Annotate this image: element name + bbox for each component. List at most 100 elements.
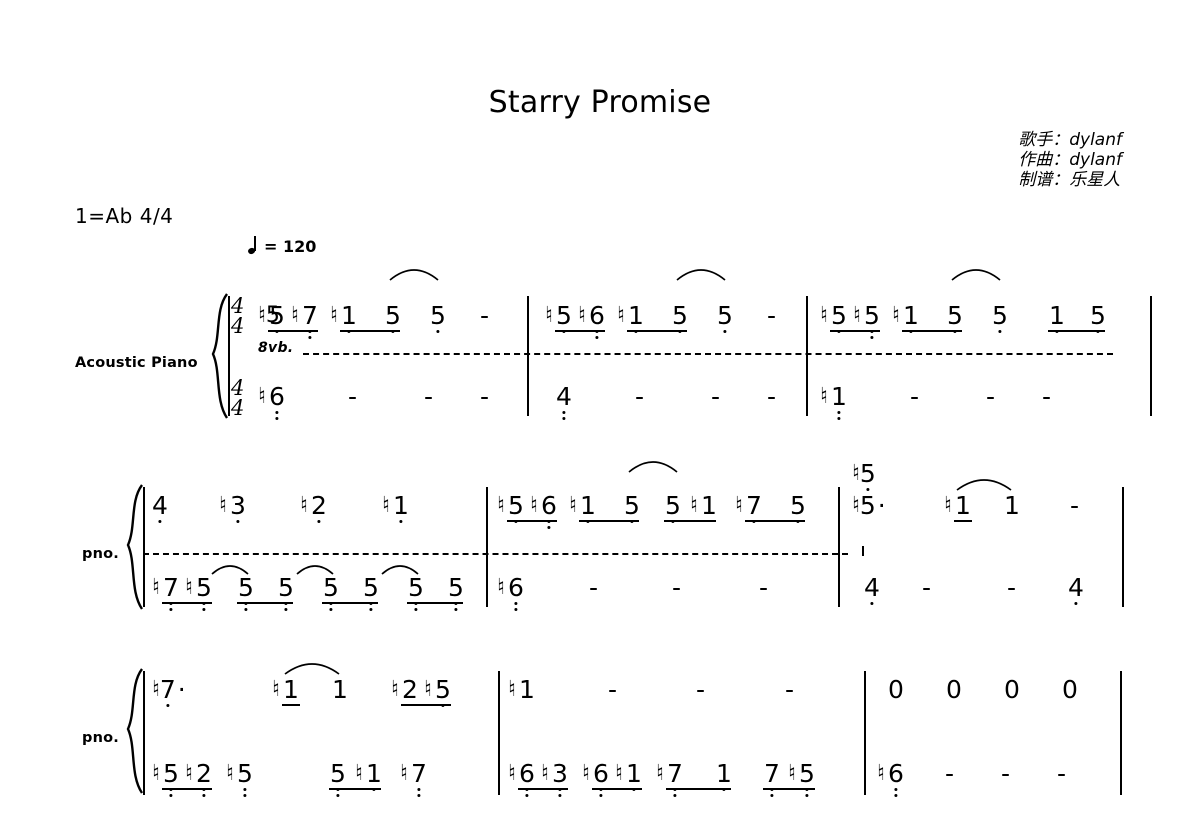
note-number: 4 [152, 492, 168, 524]
measure-1-bass: ♮ 6 - - - [258, 383, 523, 429]
octave-dot-low2 [454, 608, 458, 612]
note-cell: ♮ [226, 760, 234, 794]
octave-dot-low2 [770, 794, 774, 798]
octave-dot-low [317, 520, 321, 524]
octave-dot-low [514, 602, 518, 606]
note-cell: 6 [888, 760, 904, 798]
note-cell: 6 [269, 383, 285, 421]
natural-icon: ♮ [330, 303, 338, 328]
tempo-marking: = 120 [248, 236, 316, 256]
natural-icon: ♮ [152, 761, 160, 786]
eighth-beam [664, 520, 716, 522]
tie-arc [284, 663, 340, 675]
note-cell: ♮ [545, 302, 553, 336]
page-title: Starry Promise [488, 85, 712, 120]
ottava-8vb-line-continued [143, 553, 848, 555]
octave-dot-low2 [243, 794, 247, 798]
natural-icon: ♮ [272, 677, 280, 702]
note-cell: 3 [230, 492, 246, 526]
note-cell: 1 [332, 676, 348, 710]
note-number: 5 [508, 492, 524, 524]
note-cell: ♮ [582, 760, 590, 794]
slur-arc [951, 269, 1001, 281]
rest-cell: 0 [1062, 676, 1078, 710]
octave-dot-low2 [336, 794, 340, 798]
eighth-beam [407, 602, 463, 604]
sustain-dash: - [785, 675, 795, 704]
natural-icon: ♮ [185, 761, 193, 786]
time-signature-treble-1: 4 4 [231, 294, 245, 338]
sustain-dash: - [767, 301, 777, 330]
note-number: 5 [864, 302, 880, 340]
note-cell: 2 [311, 492, 327, 526]
measure-4: 4 ♮ 3 ♮ 2 ♮ 1 [152, 492, 482, 538]
measure-1: ♮5 5 ♮ 7 ♮ 1 5 5 - [258, 269, 523, 348]
octave-dot-low [158, 520, 162, 524]
octave-dot-low2 [202, 794, 206, 798]
octave-dot-low2 [414, 608, 418, 612]
measure-3: ♮ 5 ♮ 5 ♮ 1 5 5 1 5 [820, 269, 1120, 348]
note-cell: ♮ [152, 574, 160, 608]
barline [806, 296, 808, 416]
note-number: 5 [269, 302, 285, 334]
note-cell: 5 [717, 302, 733, 336]
note-number: 5 [278, 574, 294, 612]
eighth-beam [322, 602, 378, 604]
natural-icon: ♮ [355, 761, 363, 786]
natural-icon: ♮ [152, 677, 160, 702]
note-number: 1 [1049, 302, 1065, 334]
octave-dot-low2 [308, 336, 312, 340]
eighth-beam [162, 602, 212, 604]
note-number: 2 [311, 492, 327, 524]
octave-dot-low2 [525, 794, 529, 798]
natural-icon: ♮ [400, 761, 408, 786]
rest-number: 0 [888, 675, 904, 704]
note-number: 5 [672, 302, 688, 334]
note-number: 7 [302, 302, 318, 340]
credits-block: 歌手：dylanf 作曲：dylanf 制谱：乐星人 [1018, 130, 1122, 190]
natural-icon: ♮ [508, 761, 516, 786]
barline [1122, 487, 1124, 607]
note-number: 1 [831, 383, 847, 421]
eighth-beam [627, 330, 687, 332]
octave-dot-low [436, 330, 440, 334]
system-barline-3 [143, 671, 145, 795]
measure-2-bass: 4 - - - [545, 383, 810, 429]
natural-icon: ♮ [853, 303, 861, 328]
rest-cell: 0 [888, 676, 904, 710]
eighth-beam [340, 330, 400, 332]
octave-dot-low2 [837, 417, 841, 421]
octave-dot-low2 [558, 794, 562, 798]
note-number: 3 [552, 760, 568, 798]
note-number: 1 [955, 491, 971, 520]
note-cell: ♮ [820, 302, 828, 336]
measure-6: ♮ 5 ♮ 5 · ♮ 1 1 - [852, 460, 1152, 538]
note-number: 5 [556, 302, 572, 334]
eighth-beam [507, 520, 557, 522]
eighth-beam [268, 330, 318, 332]
slur-arc [676, 269, 726, 281]
natural-icon: ♮ [185, 575, 193, 600]
natural-icon: ♮ [300, 493, 308, 518]
measure-7: ♮ 7 · ♮ 1 1 ♮ 2 ♮ 5 [152, 663, 482, 722]
note-number: 7 [411, 760, 427, 798]
octave-dot-low2 [169, 608, 173, 612]
note-number: 5 [408, 574, 424, 612]
natural-icon: ♮ [541, 761, 549, 786]
measure-9: 0 0 0 0 [888, 676, 1118, 722]
note-number: 4 [556, 383, 572, 421]
note-number: 5 [992, 302, 1008, 334]
note-number: 6 [593, 760, 609, 798]
eighth-beam [555, 330, 605, 332]
octave-dot-low2 [169, 794, 173, 798]
measure-6-bass: 4 - - 4 [852, 574, 1152, 620]
note-cell: ♮ [877, 760, 885, 794]
note-number: 1 [628, 302, 644, 334]
note-number: 6 [269, 383, 285, 421]
tie-arc [381, 565, 419, 575]
eighth-beam [579, 520, 639, 522]
tie-arc [296, 565, 334, 575]
sustain-dash: - [1070, 491, 1080, 520]
natural-icon: ♮ [226, 761, 234, 786]
sustain-dash: - [1001, 759, 1011, 788]
